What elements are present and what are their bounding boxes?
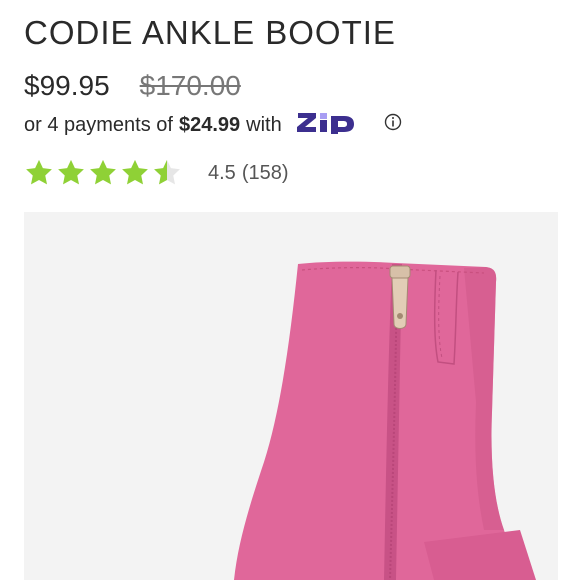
- star-rating: [24, 158, 182, 188]
- star-icon: [90, 159, 116, 185]
- rating-row[interactable]: 4.5 (158): [24, 158, 289, 188]
- zip-logo[interactable]: [296, 110, 372, 140]
- rating-summary[interactable]: 4.5 (158): [208, 162, 289, 185]
- installment-amount: $24.99: [178, 113, 241, 136]
- star-icon: [122, 159, 148, 185]
- original-price: $170.00: [139, 70, 241, 101]
- review-count[interactable]: (158): [242, 162, 289, 185]
- star-icon: [26, 159, 52, 185]
- rating-value: 4.5: [208, 161, 236, 184]
- info-circle-icon[interactable]: [384, 113, 402, 137]
- installment-prefix: or 4 payments of: [24, 113, 173, 136]
- product-title: CODIE ANKLE BOOTIE: [24, 14, 396, 51]
- half-star-icon: [154, 159, 180, 185]
- product-image[interactable]: [24, 212, 558, 580]
- installment-row: or 4 payments of $24.99 with: [24, 110, 402, 140]
- sale-price: $99.95: [24, 70, 110, 101]
- price-row: $99.95 $170.00: [24, 70, 241, 102]
- installment-suffix: with: [246, 113, 282, 136]
- star-icon: [58, 159, 84, 185]
